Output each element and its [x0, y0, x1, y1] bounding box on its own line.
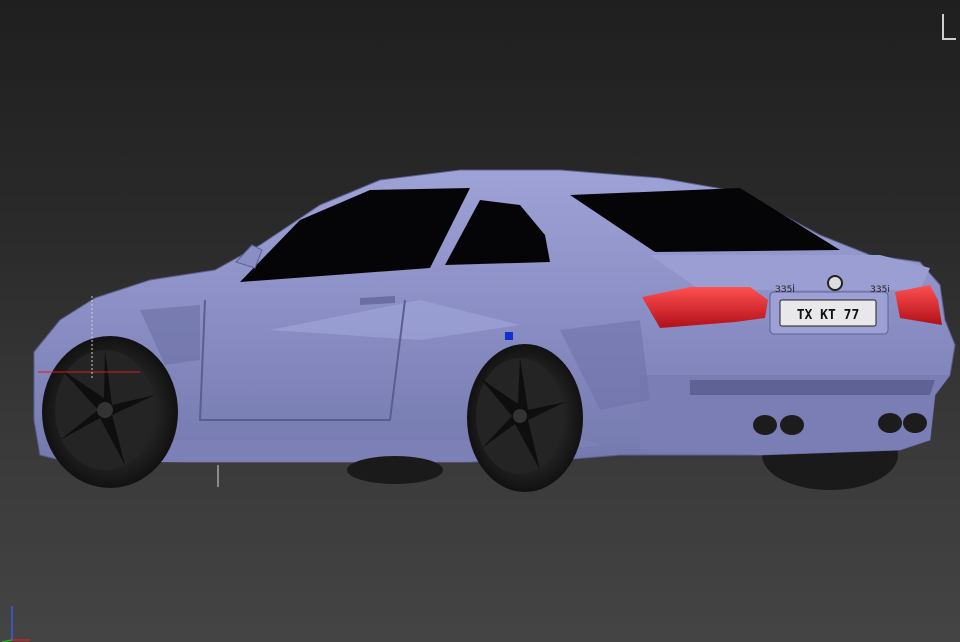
front-left-wheel — [42, 336, 178, 488]
exhaust-right-2 — [903, 413, 927, 433]
viewcube-icon[interactable] — [942, 14, 956, 40]
exhaust-left-1 — [753, 415, 777, 435]
bmw-roundel — [827, 275, 843, 291]
front-right-tire — [347, 456, 443, 484]
rear-diffuser — [690, 380, 935, 395]
trunk-badge-right: 335i — [870, 285, 890, 295]
license-plate-text: ТХ КТ 77 — [797, 308, 860, 323]
trunk-badge-left: ЗЗ5İ — [775, 284, 795, 295]
selection-vertex — [505, 332, 513, 340]
exhaust-right-1 — [878, 413, 902, 433]
car-model-render[interactable]: ТХ КТ 77 ЗЗ5İ 335i — [0, 0, 960, 642]
3d-viewport[interactable]: ТХ КТ 77 ЗЗ5İ 335i — [0, 0, 960, 642]
exhaust-left-2 — [780, 415, 804, 435]
rear-left-wheel — [467, 344, 583, 492]
axis-tripod-icon — [1, 606, 30, 642]
